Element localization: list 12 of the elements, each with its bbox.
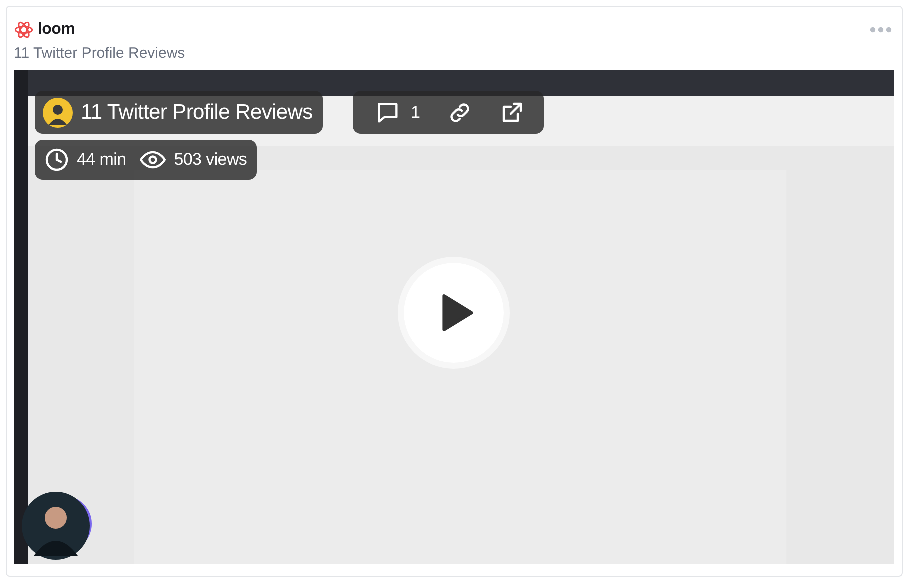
avatar-icon (43, 98, 73, 128)
clock-icon (45, 148, 69, 172)
comment-count: 1 (411, 102, 420, 122)
loom-logo-icon (14, 20, 34, 40)
brand-name: loom (38, 21, 76, 39)
link-icon[interactable] (448, 100, 472, 124)
duration: 44 min (77, 150, 126, 170)
external-link-icon[interactable] (500, 100, 524, 124)
video-overlay-title: 11 Twitter Profile Reviews (81, 100, 313, 124)
play-icon (442, 294, 474, 332)
view-count: 503 views (174, 150, 248, 170)
video-title[interactable]: 11 Twitter Profile Reviews (14, 45, 894, 62)
